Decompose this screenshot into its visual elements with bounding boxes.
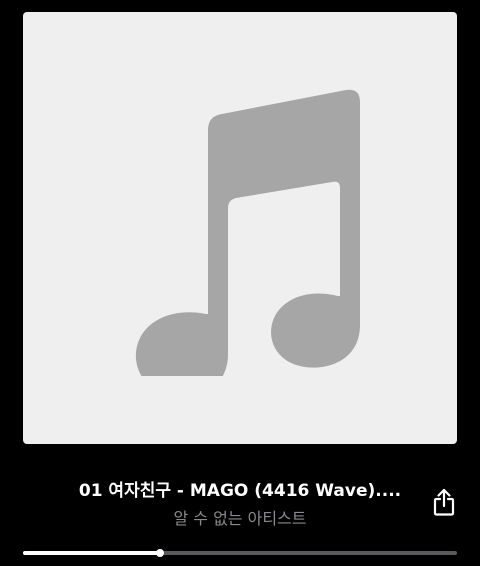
- track-title: 01 여자친구 - MAGO (4416 Wave)....: [78, 481, 402, 501]
- album-artwork: [23, 12, 457, 444]
- share-button[interactable]: [430, 486, 458, 518]
- playback-progress-bar[interactable]: [23, 549, 457, 557]
- share-icon: [433, 488, 455, 516]
- playback-progress-fill: [23, 551, 160, 555]
- track-artist: 알 수 없는 아티스트: [173, 509, 307, 528]
- music-note-icon: [136, 89, 360, 376]
- playback-scrubber-knob[interactable]: [155, 549, 164, 557]
